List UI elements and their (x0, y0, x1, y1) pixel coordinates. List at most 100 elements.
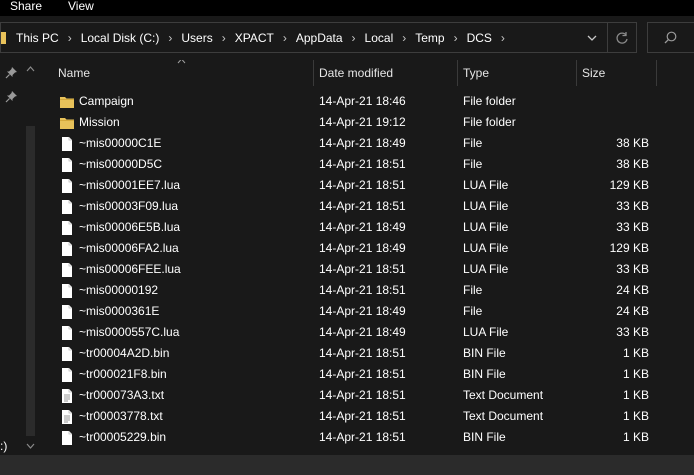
table-row[interactable]: ~mis0000361E 14-Apr-21 18:49 File 24 KB (37, 301, 694, 322)
file-date-modified: 14-Apr-21 18:51 (319, 283, 406, 297)
table-row[interactable]: ~tr000073A3.txt 14-Apr-21 18:51 Text Docum… (37, 385, 694, 406)
breadcrumb-separator[interactable]: › (213, 31, 235, 45)
scrollbar-thumb[interactable] (26, 126, 35, 436)
breadcrumb-item[interactable]: Local (365, 31, 394, 45)
breadcrumb-separator[interactable]: › (159, 31, 181, 45)
file-date-modified: 14-Apr-21 18:51 (319, 346, 406, 360)
breadcrumb-item[interactable]: This PC (16, 31, 59, 45)
table-row[interactable]: ~mis00006FEE.lua 14-Apr-21 18:51 LUA File 3… (37, 259, 694, 280)
file-type: File (463, 304, 483, 318)
scroll-down-icon[interactable] (26, 443, 35, 449)
breadcrumb-item[interactable]: AppData (296, 31, 343, 45)
file-icon (62, 284, 72, 298)
table-row[interactable]: Campaign 14-Apr-21 18:46 File folder (37, 91, 694, 112)
file-name: ~mis00000C1E (79, 136, 162, 150)
navigation-pane (0, 60, 37, 455)
column-divider[interactable] (656, 60, 657, 86)
address-dropdown-button[interactable] (580, 23, 604, 52)
file-size: 1 KB (622, 388, 649, 402)
file-name: ~tr000021F8.bin (79, 367, 167, 381)
breadcrumb: ›This PC›Local Disk (C:)›Users›XPACT›App… (1, 23, 514, 52)
file-type: BIN File (463, 346, 506, 360)
breadcrumb-item[interactable]: XPACT (235, 31, 274, 45)
file-size: 38 KB (616, 157, 649, 171)
file-icon (62, 368, 72, 382)
refresh-button[interactable] (607, 23, 635, 52)
breadcrumb-separator[interactable]: › (492, 31, 514, 45)
nav-item-label[interactable]: :) (0, 439, 7, 453)
table-row[interactable]: ~mis00000D5C 14-Apr-21 18:51 File 38 KB (37, 154, 694, 175)
file-date-modified: 14-Apr-21 18:51 (319, 157, 406, 171)
breadcrumb-item[interactable]: Local Disk (C:) (81, 31, 160, 45)
table-row[interactable]: Mission 14-Apr-21 19:12 File folder (37, 112, 694, 133)
file-type: File (463, 136, 483, 150)
search-input[interactable] (647, 22, 694, 53)
file-type: LUA File (463, 325, 509, 339)
pin-icon[interactable] (5, 66, 18, 79)
file-date-modified: 14-Apr-21 18:51 (319, 367, 406, 381)
breadcrumb-item[interactable]: Temp (415, 31, 444, 45)
table-row[interactable]: ~mis00000C1E 14-Apr-21 18:49 File 38 KB (37, 133, 694, 154)
file-name: ~mis00006FEE.lua (79, 262, 181, 276)
table-row[interactable]: ~tr000021F8.bin 14-Apr-21 18:51 BIN File 1 … (37, 364, 694, 385)
table-row[interactable]: ~mis00001EE7.lua 14-Apr-21 18:51 LUA File 1… (37, 175, 694, 196)
file-date-modified: 14-Apr-21 18:51 (319, 388, 406, 402)
breadcrumb-item[interactable]: DCS (467, 31, 492, 45)
file-date-modified: 14-Apr-21 19:12 (319, 115, 406, 129)
breadcrumb-separator[interactable]: › (393, 31, 415, 45)
tab-share[interactable]: Share (10, 0, 42, 14)
file-date-modified: 14-Apr-21 18:51 (319, 430, 406, 444)
nav-scrollbar[interactable] (24, 60, 37, 455)
table-row[interactable]: ~mis00006E5B.lua 14-Apr-21 18:49 LUA File 3… (37, 217, 694, 238)
file-list: Name Date modified Type Size Campaign 14-… (37, 60, 694, 455)
file-name: Campaign (79, 94, 134, 108)
file-icon (62, 242, 72, 256)
file-name: Mission (79, 115, 120, 129)
breadcrumb-item[interactable]: Users (181, 31, 212, 45)
file-icon (62, 326, 72, 340)
file-size: 1 KB (622, 367, 649, 381)
file-icon (62, 137, 72, 151)
file-name: ~tr00005229.bin (79, 430, 167, 444)
file-date-modified: 14-Apr-21 18:49 (319, 304, 406, 318)
file-icon (62, 347, 72, 361)
file-size (582, 91, 649, 112)
file-size: 1 KB (622, 430, 649, 444)
column-size[interactable]: Size (577, 60, 605, 86)
folder-icon (60, 118, 74, 129)
table-row[interactable]: ~mis00003F09.lua 14-Apr-21 18:51 LUA File 3… (37, 196, 694, 217)
file-size: 33 KB (616, 262, 649, 276)
file-size: 129 KB (609, 241, 649, 255)
sort-caret-icon (177, 60, 186, 64)
breadcrumb-separator[interactable]: › (343, 31, 365, 45)
table-row[interactable]: ~tr00004A2D.bin 14-Apr-21 18:51 BIN File 1 … (37, 343, 694, 364)
file-type: LUA File (463, 241, 509, 255)
breadcrumb-separator[interactable]: › (445, 31, 467, 45)
address-bar[interactable]: ›This PC›Local Disk (C:)›Users›XPACT›App… (0, 22, 637, 53)
column-name[interactable]: Name (53, 60, 90, 86)
table-row[interactable]: ~tr00005229.bin 14-Apr-21 18:51 BIN File 1 … (37, 427, 694, 448)
file-name: ~mis00000D5C (79, 157, 163, 171)
file-date-modified: 14-Apr-21 18:49 (319, 220, 406, 234)
file-size: 24 KB (616, 283, 649, 297)
file-date-modified: 14-Apr-21 18:51 (319, 262, 406, 276)
file-name: ~tr000073A3.txt (79, 388, 165, 402)
table-row[interactable]: ~tr00003778.txt 14-Apr-21 18:51 Text Docum… (37, 406, 694, 427)
file-type: LUA File (463, 262, 509, 276)
table-row[interactable]: ~mis00000192 14-Apr-21 18:51 File 24 KB (37, 280, 694, 301)
table-row[interactable]: ~mis0000557C.lua 14-Apr-21 18:49 LUA File 3… (37, 322, 694, 343)
file-name: ~mis00003F09.lua (79, 199, 179, 213)
table-row[interactable]: ~mis00006FA2.lua 14-Apr-21 18:49 LUA File 1… (37, 238, 694, 259)
column-date-modified[interactable]: Date modified (314, 60, 393, 86)
status-bar (0, 455, 694, 475)
file-size: 33 KB (616, 220, 649, 234)
file-date-modified: 14-Apr-21 18:49 (319, 136, 406, 150)
refresh-icon (615, 31, 628, 44)
column-type[interactable]: Type (458, 60, 489, 86)
breadcrumb-separator[interactable]: › (274, 31, 296, 45)
file-name: ~mis00000192 (79, 283, 159, 297)
tab-view[interactable]: View (68, 0, 94, 14)
pin-icon[interactable] (5, 90, 18, 103)
breadcrumb-separator[interactable]: › (59, 31, 81, 45)
scroll-up-icon[interactable] (26, 66, 35, 72)
